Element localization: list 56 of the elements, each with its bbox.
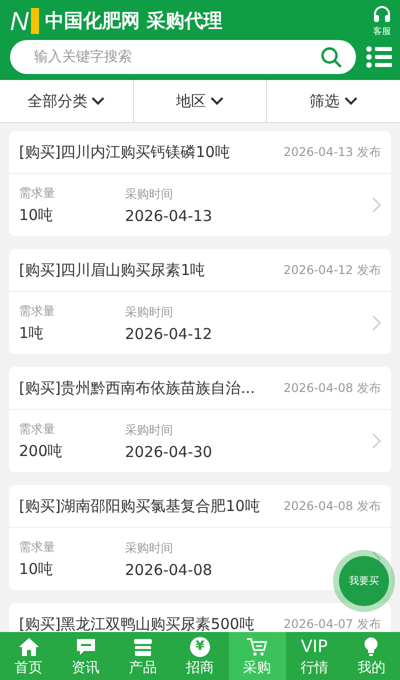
field-label: 需求量 — [19, 539, 56, 556]
chevron-down-icon — [210, 96, 224, 106]
search-icon — [320, 46, 342, 68]
menu-icon — [366, 46, 392, 68]
field-label: 需求量 — [19, 303, 56, 320]
chevron-down-icon — [91, 96, 106, 106]
listing-title: [购买]四川内江购买钙镁磷10吨 — [19, 142, 231, 162]
quantity-value: 10吨 — [19, 206, 54, 225]
posted-date: 2026-04-12 发布 — [283, 262, 381, 278]
quantity-value: 10吨 — [19, 560, 54, 579]
logo-bar-icon — [30, 8, 39, 34]
field-label: 采购时间 — [125, 540, 174, 556]
headset-icon — [372, 4, 392, 24]
posted-date: 2026-04-08 发布 — [283, 498, 381, 514]
nav-tab[interactable]: 产品 — [114, 632, 172, 680]
field-label: 采购时间 — [125, 422, 174, 438]
chevron-down-icon — [344, 96, 358, 106]
yen-coin-icon: ¥ — [190, 636, 210, 656]
listing-title: [购买]湖南邵阳购买氯基复合肥10吨 — [19, 496, 261, 516]
listing-title: [购买]贵州黔西南布依族苗族自治... — [19, 378, 256, 398]
quantity-value: 200吨 — [19, 442, 64, 461]
listing-card[interactable]: [购买]黑龙江双鸭山购买尿素500吨 2026-04-07 发布 — [9, 603, 391, 632]
listing-title: [购买]四川眉山购买尿素1吨 — [19, 260, 206, 280]
field-label: 需求量 — [19, 421, 56, 438]
posted-date: 2026-04-13 发布 — [283, 144, 381, 160]
home-icon — [18, 636, 40, 658]
nav-tab[interactable]: VIP 行情 — [286, 632, 343, 680]
field-label: 采购时间 — [125, 304, 174, 320]
cart-icon — [246, 636, 268, 658]
date-value: 2026-04-30 — [125, 442, 214, 460]
logo: N — [10, 8, 29, 34]
date-value: 2026-04-13 — [125, 206, 214, 224]
vip-label: VIP — [300, 636, 328, 658]
listing-card[interactable]: [购买]四川眉山购买尿素1吨 2026-04-12 发布 需求量 1吨 采购时间 2026-04-12 — [9, 249, 391, 354]
listing-card[interactable]: [购买]四川内江购买钙镁磷10吨 2026-04-13 发布 需求量 10吨 采购时间 2026-04-13 — [9, 131, 391, 236]
posted-date: 2026-04-07 发布 — [283, 616, 381, 632]
filter-dropdown[interactable]: 全部分类 — [0, 80, 134, 122]
nav-tab[interactable]: ¥ 招商 — [171, 632, 229, 680]
filter-dropdown[interactable]: 筛选 — [267, 80, 400, 122]
filter-dropdown[interactable]: 地区 — [134, 80, 268, 122]
posted-date: 2026-04-08 发布 — [283, 380, 381, 396]
search-input[interactable]: 输入关键字搜索 — [32, 48, 320, 66]
listing-card[interactable]: [购买]贵州黔西南布依族苗族自治... 2026-04-08 发布 需求量 200吨 采购时间 2026-04-30 — [9, 367, 391, 472]
quantity-value: 1吨 — [19, 324, 45, 343]
field-label: 采购时间 — [125, 186, 174, 202]
customer-service-button[interactable]: 客服 — [372, 4, 392, 38]
date-value: 2026-04-08 — [125, 560, 214, 578]
nav-tab[interactable]: 首页 — [0, 632, 58, 680]
app-title: 中国化肥网 采购代理 — [44, 9, 224, 34]
nav-tab[interactable]: 我的 — [342, 632, 400, 680]
nav-tab[interactable]: 采购 — [228, 632, 286, 680]
listing-title: [购买]黑龙江双鸭山购买尿素500吨 — [19, 614, 256, 632]
field-label: 需求量 — [19, 185, 56, 202]
nav-tab[interactable]: 资讯 — [57, 632, 114, 680]
search-field[interactable]: 输入关键字搜索 — [10, 40, 356, 74]
date-value: 2026-04-12 — [125, 324, 214, 342]
